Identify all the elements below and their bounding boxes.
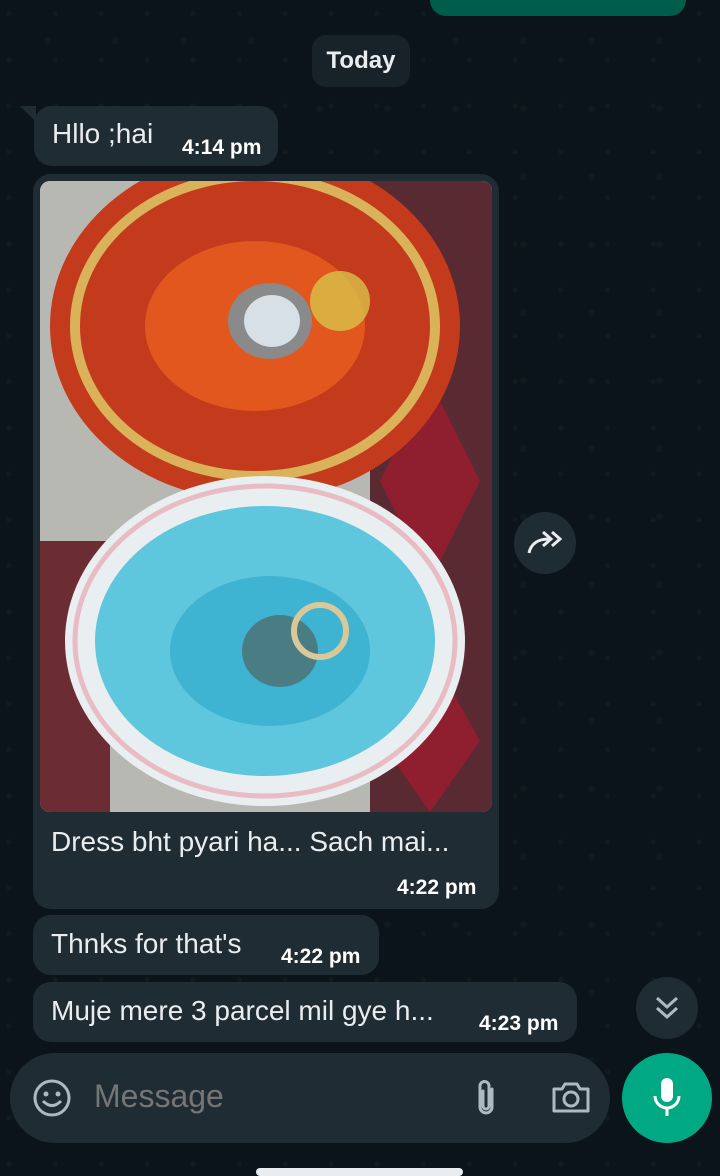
incoming-message-bubble[interactable]: Thnks for that's 4:22 pm	[33, 915, 379, 975]
message-input[interactable]	[92, 1077, 456, 1116]
image-caption: Dress bht pyari ha... Sach mai...	[51, 826, 450, 857]
bubble-tail	[20, 106, 36, 122]
incoming-message-bubble[interactable]: Muje mere 3 parcel mil gye h... 4:23 pm	[33, 982, 577, 1042]
message-text: Hllo ;hai	[52, 118, 154, 149]
message-photo[interactable]	[40, 181, 492, 812]
message-text: Muje mere 3 parcel mil gye h...	[51, 995, 434, 1026]
photo-content	[40, 181, 492, 812]
message-text: Thnks for that's	[51, 928, 242, 959]
outgoing-message-bubble-partial[interactable]	[430, 0, 686, 16]
incoming-message-bubble[interactable]: Hllo ;hai 4:14 pm	[34, 106, 278, 166]
message-time: 4:23 pm	[479, 1012, 559, 1035]
message-composer	[10, 1053, 610, 1143]
emoji-icon[interactable]	[32, 1078, 72, 1123]
date-divider: Today	[312, 35, 410, 87]
paperclip-icon[interactable]	[472, 1077, 500, 1124]
message-time: 4:22 pm	[281, 945, 361, 968]
forward-icon	[527, 530, 563, 554]
message-time: 4:22 pm	[397, 876, 477, 899]
microphone-icon	[653, 1078, 681, 1116]
scroll-to-bottom-button[interactable]	[636, 977, 698, 1039]
voice-message-button[interactable]	[622, 1053, 712, 1143]
message-time: 4:14 pm	[182, 136, 262, 159]
forward-button[interactable]	[514, 512, 576, 574]
camera-icon[interactable]	[550, 1079, 592, 1120]
double-chevron-down-icon	[655, 996, 679, 1020]
